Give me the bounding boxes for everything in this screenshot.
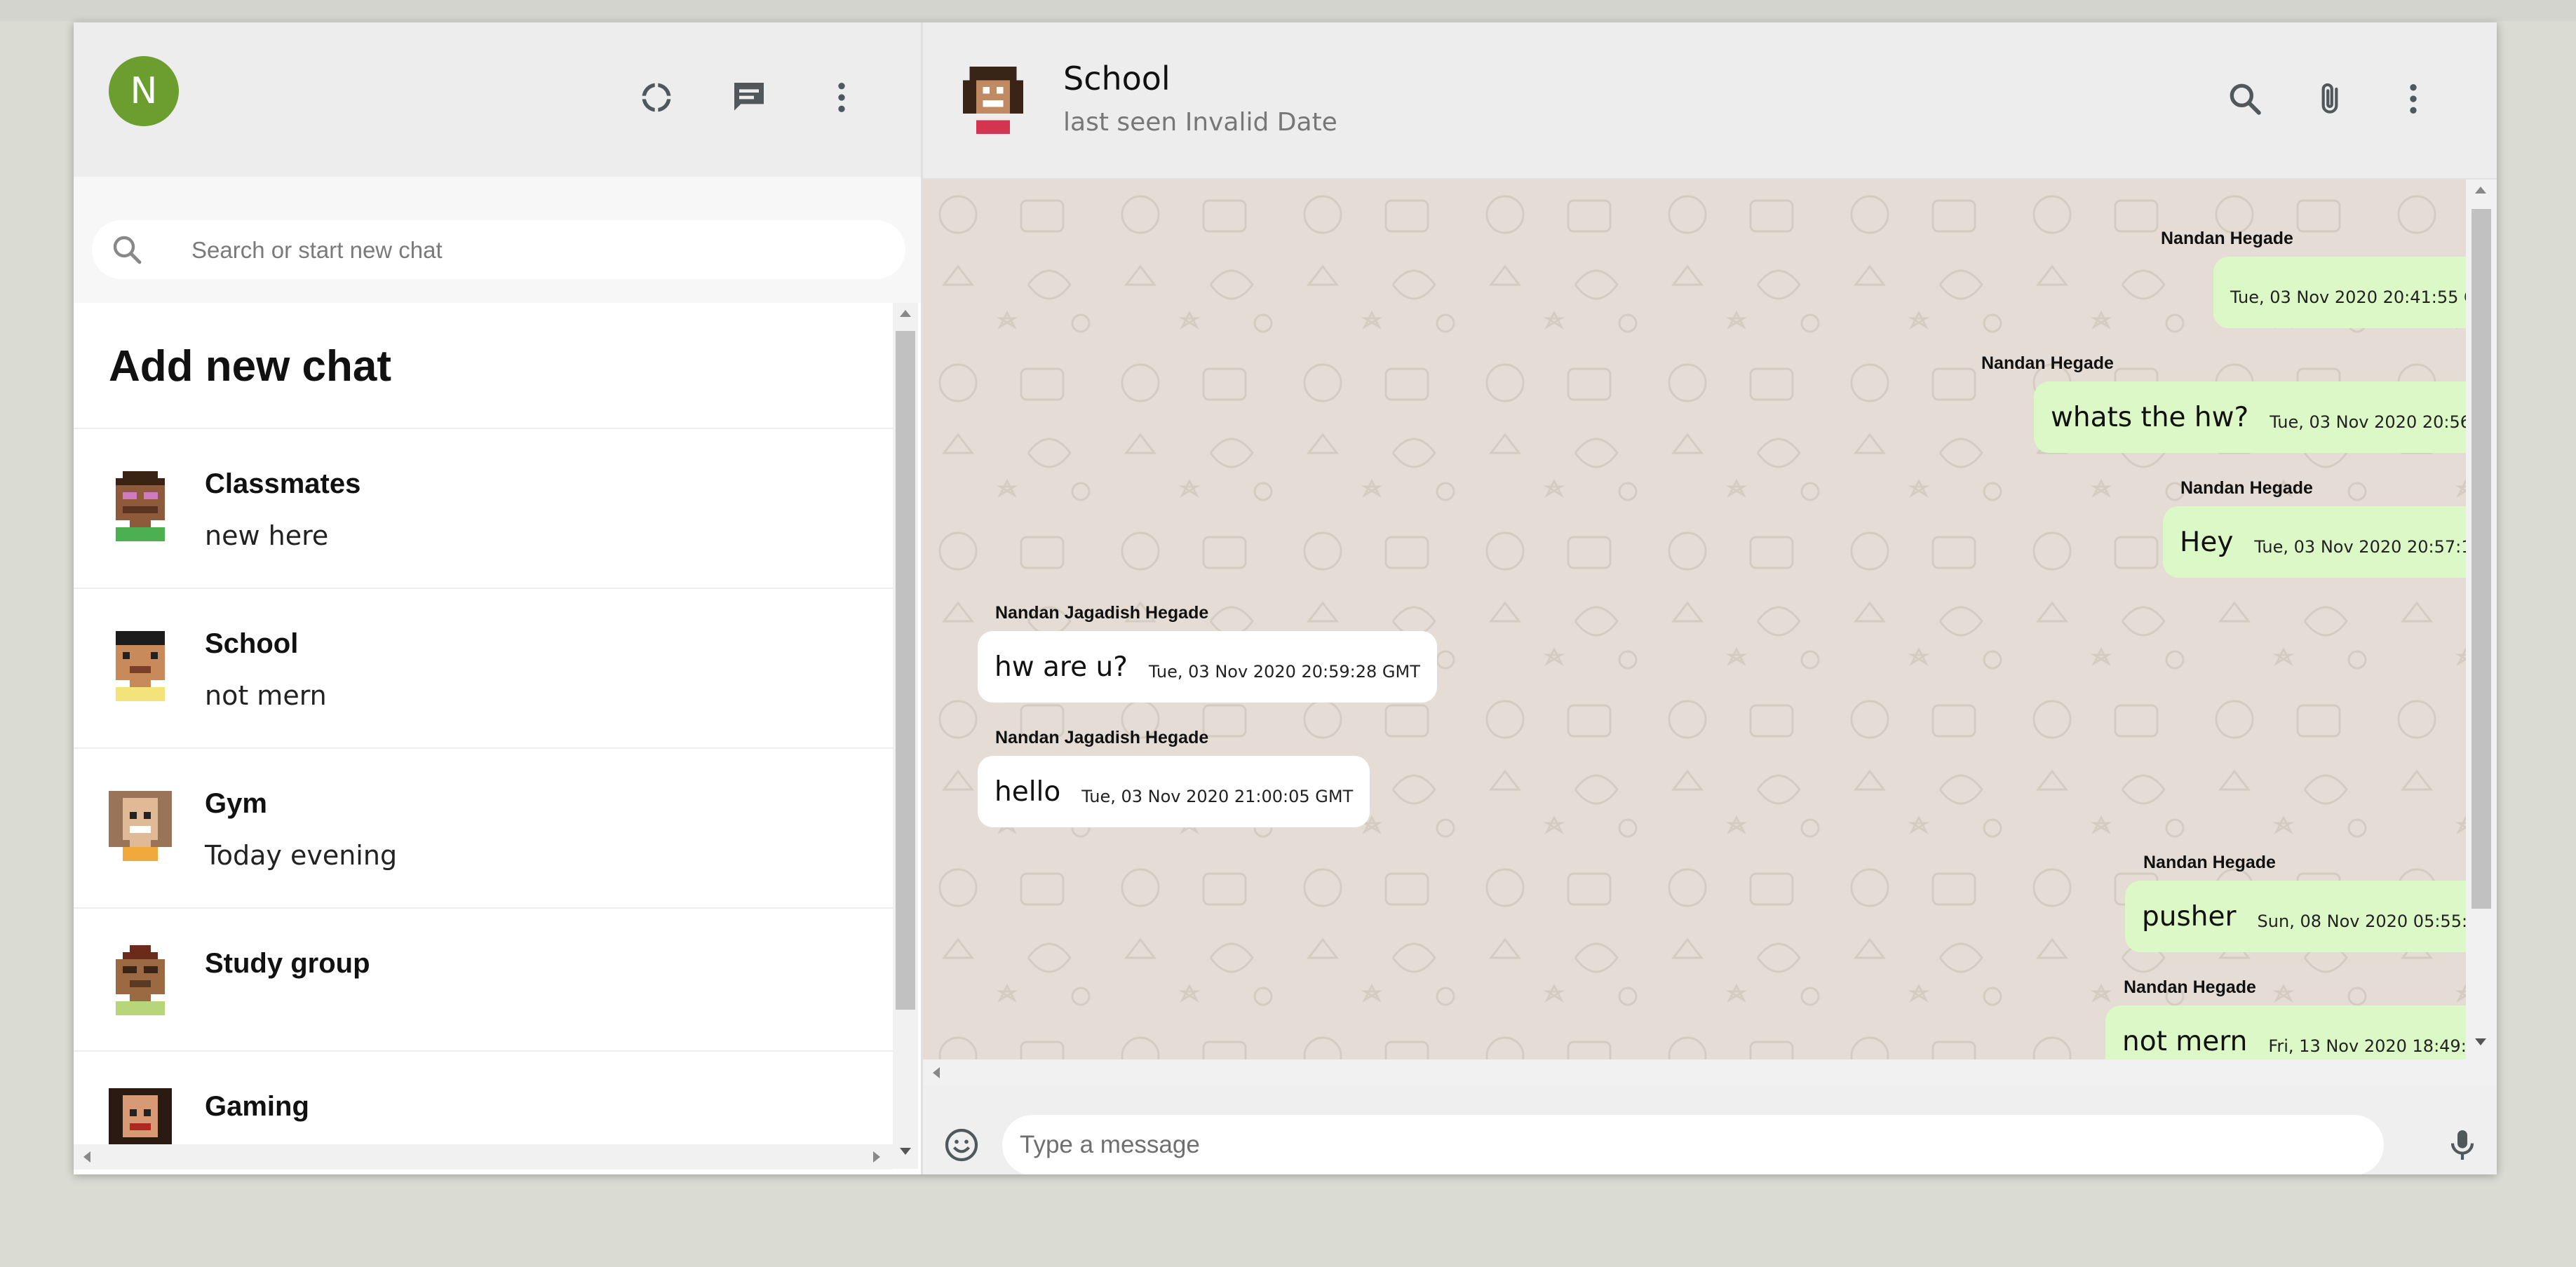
scroll-up-arrow[interactable] [2475,187,2486,194]
gym-avatar [109,791,172,861]
scroll-left-arrow[interactable] [83,1151,90,1163]
message-bubble-received: hw are u? Tue, 03 Nov 2020 20:59:28 GMT [978,631,1437,703]
message-timestamp: Sun, 08 Nov 2020 05:55:33 GMT [2257,912,2466,931]
new-chat-icon[interactable] [724,73,774,122]
message-timestamp: Tue, 03 Nov 2020 20:59:28 GMT [1148,662,1420,682]
user-avatar[interactable]: N [109,56,179,126]
message-bubble-received: hello Tue, 03 Nov 2020 21:00:05 GMT [978,756,1370,827]
chat-item-study-group[interactable]: Study group [74,907,893,1052]
chat-name: Study group [205,948,370,979]
scrollbar-thumb[interactable] [2472,209,2491,909]
chat-list-scrollbar[interactable] [893,303,918,1169]
message-sender: Nandan Hegade [1981,353,2114,373]
study-group-avatar [116,945,165,1015]
chat-last-message: not mern [205,680,327,711]
chat-item-gym[interactable]: Gym Today evening [74,747,893,909]
message-bubble-sent: pusher Sun, 08 Nov 2020 05:55:33 GMT [2125,881,2466,952]
search-box [92,220,905,280]
message-text: whats the hw? [2051,401,2249,433]
whatsapp-clone-app: N Add new chat [74,22,2497,1174]
chat-messages: Nandan Hegade Tue, 03 Nov 2020 20:41:55 … [923,179,2466,1059]
chat-panel: School last seen Invalid Date Nandan Heg… [923,22,2497,1174]
message-timestamp: Tue, 03 Nov 2020 20:57:16 GMT [2254,537,2466,557]
message-sender: Nandan Hegade [2124,977,2256,997]
search-icon[interactable] [2220,74,2270,123]
message-timestamp: Tue, 03 Nov 2020 20:56:02 GMT [2270,412,2466,432]
message-sender: Nandan Hegade [2161,229,2293,248]
chat-last-message: new here [205,520,329,551]
scroll-left-arrow[interactable] [933,1067,940,1078]
message-text: hw are u? [994,651,1128,683]
add-new-chat-button[interactable]: Add new chat [109,341,391,391]
microphone-icon[interactable] [2438,1120,2487,1170]
chat-item-school[interactable]: School not mern [74,588,893,749]
message-bubble-sent: Tue, 03 Nov 2020 20:41:55 GMT [2213,257,2466,328]
chat-list-hscrollbar[interactable] [74,1144,893,1170]
chat-name: Classmates [205,468,361,499]
scroll-down-arrow[interactable] [900,1148,911,1155]
chat-footer [923,1086,2497,1174]
status-icon[interactable] [632,73,681,122]
window-top-band [0,0,2576,21]
message-text: not mern [2122,1025,2248,1057]
scroll-right-arrow[interactable] [873,1151,880,1163]
message-text: pusher [2142,900,2237,933]
scroll-up-arrow[interactable] [900,310,911,317]
message-timestamp: Fri, 13 Nov 2020 18:49:19 GMT [2268,1036,2466,1056]
menu-dots-icon[interactable] [817,73,866,122]
message-bubble-sent: not mern Fri, 13 Nov 2020 18:49:19 GMT [2105,1005,2466,1059]
message-timestamp: Tue, 03 Nov 2020 21:00:05 GMT [1081,787,1354,806]
school-avatar [116,631,165,701]
message-input[interactable] [1002,1115,2384,1174]
scroll-down-arrow[interactable] [2475,1038,2486,1045]
message-text: Hey [2180,526,2234,558]
classmates-avatar [116,471,165,541]
chat-name: School [205,628,299,659]
messages-hscrollbar[interactable] [923,1059,2497,1086]
chat-avatar[interactable] [963,66,1023,135]
search-container [74,177,921,303]
attach-icon[interactable] [2305,74,2354,123]
message-bubble-sent: whats the hw? Tue, 03 Nov 2020 20:56:02 … [2034,381,2466,453]
chat-last-message: Today evening [205,840,398,871]
sidebar: N Add new chat [74,22,923,1174]
chat-header: School last seen Invalid Date [923,22,2497,179]
message-sender: Nandan Hegade [2143,853,2276,872]
chat-last-seen: last seen Invalid Date [1063,108,1337,137]
chat-name: Gaming [205,1091,309,1122]
search-input[interactable] [190,220,880,280]
chat-title: School [1063,60,1171,97]
message-sender: Nandan Hegade [2180,478,2313,498]
message-timestamp: Tue, 03 Nov 2020 20:41:55 GMT [2230,287,2466,307]
search-icon [113,236,142,264]
chat-item-classmates[interactable]: Classmates new here [74,428,893,589]
menu-dots-icon[interactable] [2389,74,2438,123]
message-text: hello [994,775,1061,808]
chat-name: Gym [205,788,267,819]
message-sender: Nandan Jagadish Hegade [995,728,1209,747]
emoji-icon[interactable] [937,1120,986,1170]
messages-scrollbar[interactable] [2466,179,2497,1059]
sidebar-header: N [74,22,921,178]
chat-list: Add new chat Classmates new here School … [74,303,893,1169]
message-sender: Nandan Jagadish Hegade [995,603,1209,623]
message-bubble-sent: Hey Tue, 03 Nov 2020 20:57:16 GMT [2163,506,2466,578]
scrollbar-thumb[interactable] [896,331,915,1010]
